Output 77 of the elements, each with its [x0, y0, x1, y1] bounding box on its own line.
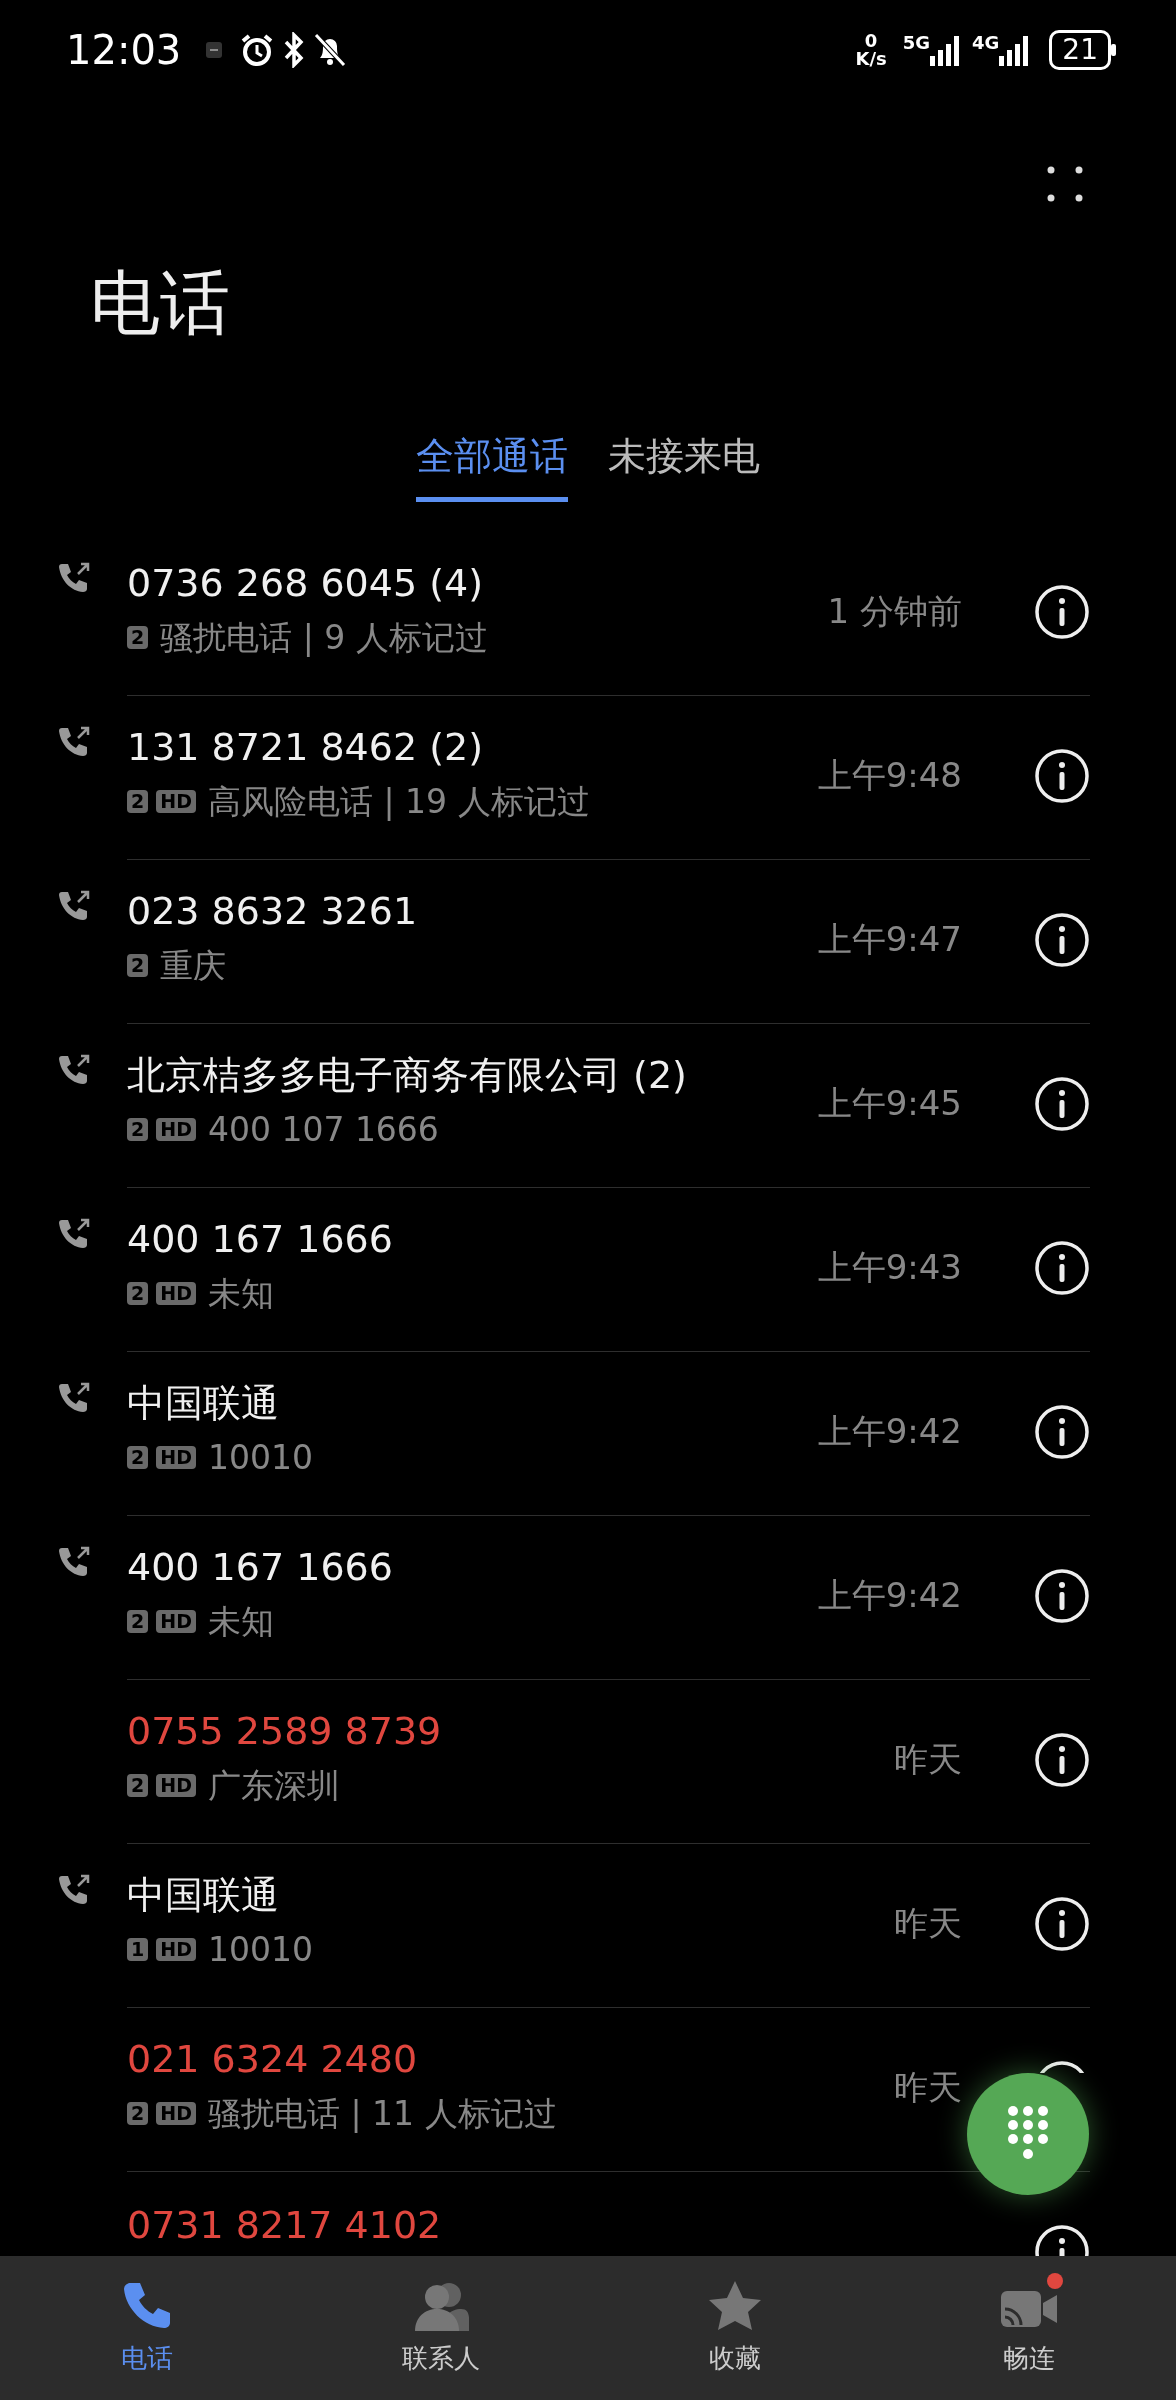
- call-tag: HD: [156, 1117, 196, 1141]
- info-button[interactable]: [1034, 1731, 1090, 1788]
- more-icon: [1045, 164, 1085, 204]
- call-tag: 2: [127, 1117, 149, 1141]
- caller-name: 0731 8217 4102: [127, 2202, 442, 2249]
- call-time: 昨天: [894, 2066, 962, 2109]
- call-tag: 2: [127, 1773, 149, 1797]
- caller-name: 北京桔多多电子商务有限公司 (2): [127, 1052, 687, 1099]
- call-detail: 重庆: [160, 944, 227, 987]
- call-tag: 2: [127, 1281, 149, 1305]
- call-detail: 广东深圳: [207, 1764, 340, 1807]
- tab[interactable]: 全部通话: [416, 428, 568, 502]
- info-button[interactable]: [1034, 583, 1090, 640]
- call-tag: 2: [127, 625, 149, 649]
- caller-name: 0736 268 6045 (4): [127, 560, 484, 607]
- caller-name: 021 6324 2480: [127, 2036, 419, 2083]
- nav-tab[interactable]: 联系人: [294, 2256, 588, 2400]
- caller-name: 131 8721 8462 (2): [127, 724, 484, 771]
- info-button[interactable]: [1034, 1075, 1090, 1132]
- muted-bell-icon: [313, 32, 348, 68]
- call-tag: HD: [156, 2101, 196, 2125]
- call-detail: 10010: [207, 1436, 313, 1479]
- call-time: 上午9:45: [817, 1082, 962, 1125]
- info-button[interactable]: [1034, 1239, 1090, 1296]
- call-tag: HD: [156, 1937, 196, 1961]
- call-detail: 未知: [207, 1600, 274, 1643]
- network-speed-value: 0: [864, 32, 878, 50]
- call-time: 上午9:48: [817, 754, 962, 797]
- nav-tab[interactable]: 收藏: [588, 2256, 882, 2400]
- call-detail: 未知: [207, 1272, 274, 1315]
- call-time: 昨天: [894, 1902, 962, 1945]
- page-title: 电话: [89, 268, 231, 338]
- caller-name: 中国联通: [127, 1872, 280, 1919]
- call-tag: 1: [127, 1937, 149, 1961]
- call-tag: HD: [156, 1609, 196, 1633]
- call-time: 上午9:42: [817, 1574, 962, 1617]
- call-tag: HD: [156, 1281, 196, 1305]
- sim-card-icon: [205, 41, 224, 59]
- info-button[interactable]: [1034, 1895, 1090, 1952]
- caller-name: 0755 2589 8739: [127, 1708, 442, 1755]
- call-tag: 2: [127, 1609, 149, 1633]
- network-type: 4G: [972, 34, 1000, 52]
- caller-name: 023 8632 3261: [127, 888, 418, 935]
- call-time: 上午9:43: [817, 1246, 962, 1289]
- battery-tip-icon: [1111, 44, 1116, 56]
- call-detail: 高风险电话 | 19 人标记过: [207, 780, 590, 823]
- call-tag: 2: [127, 2101, 149, 2125]
- call-tag: 2: [127, 789, 149, 813]
- call-detail: 400 107 1666: [207, 1108, 439, 1151]
- caller-name: 400 167 1666: [127, 1216, 393, 1263]
- call-time: 上午9:42: [817, 1410, 962, 1453]
- call-tag: 2: [127, 1445, 149, 1469]
- call-time: 1 分钟前: [827, 590, 962, 633]
- info-button[interactable]: [1034, 1567, 1090, 1624]
- call-tag: HD: [156, 1773, 196, 1797]
- call-detail: 骚扰电话 | 9 人标记过: [160, 616, 488, 659]
- bluetooth-icon: [283, 32, 306, 68]
- tab[interactable]: 未接来电: [608, 428, 760, 502]
- caller-name: 中国联通: [127, 1380, 280, 1427]
- network-speed-unit: K/s: [855, 50, 887, 68]
- info-button[interactable]: [1034, 911, 1090, 968]
- info-button[interactable]: [1034, 1403, 1090, 1460]
- call-time: 昨天: [894, 1738, 962, 1781]
- call-tag: HD: [156, 789, 196, 813]
- status-time: 12:03: [66, 26, 182, 75]
- caller-name: 400 167 1666: [127, 1544, 393, 1591]
- network-type: 5G: [902, 34, 931, 52]
- battery-level: 21: [1049, 30, 1111, 70]
- call-tag: 2: [127, 953, 149, 977]
- call-tag: HD: [156, 1445, 196, 1469]
- call-detail: 骚扰电话 | 11 人标记过: [207, 2092, 557, 2135]
- call-detail: 10010: [207, 1928, 313, 1971]
- info-button[interactable]: [1034, 747, 1090, 804]
- call-time: 上午9:47: [817, 918, 962, 961]
- dialpad-floating-button[interactable]: [967, 2073, 1089, 2195]
- nav-tab[interactable]: 畅连: [882, 2256, 1176, 2400]
- nav-tab[interactable]: 电话: [0, 2256, 294, 2400]
